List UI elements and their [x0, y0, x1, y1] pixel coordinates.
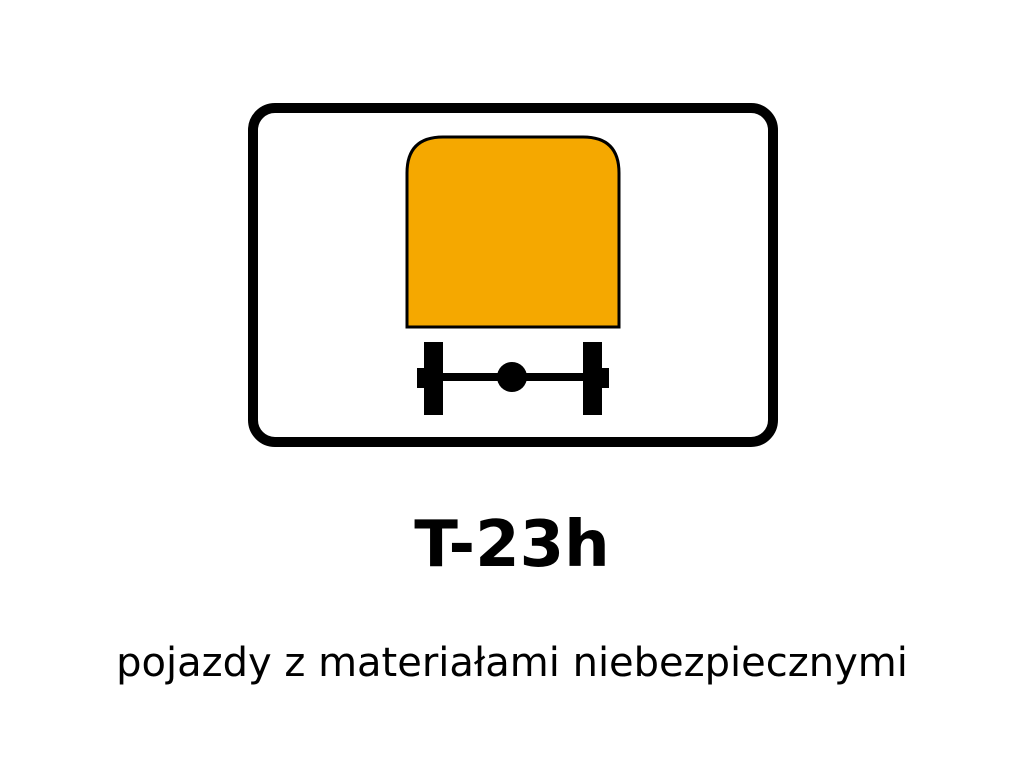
sign-page: T-23h pojazdy z materiałami niebezpieczn…: [0, 0, 1024, 768]
cargo-container-icon: [405, 135, 621, 329]
road-sign-plate: [248, 103, 778, 447]
truck-rear-icon: [248, 103, 778, 447]
sign-code: T-23h: [414, 508, 610, 582]
sign-caption: pojazdy z materiałami niebezpiecznymi: [116, 640, 908, 686]
